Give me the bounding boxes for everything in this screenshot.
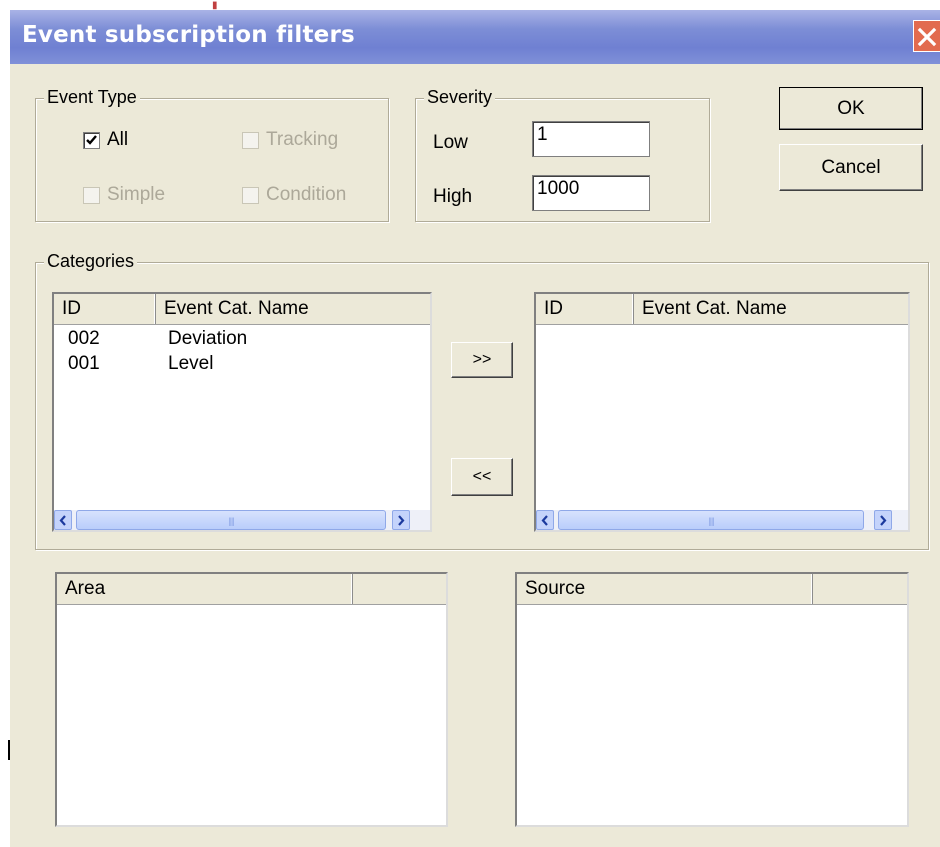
categories-legend: Categories xyxy=(44,251,138,272)
event-type-legend: Event Type xyxy=(44,87,140,108)
checkbox-tracking-box[interactable] xyxy=(242,132,259,149)
source-list[interactable]: Source xyxy=(515,572,909,827)
selected-categories-header: ID Event Cat. Name xyxy=(536,294,908,325)
close-button[interactable] xyxy=(913,20,940,52)
scrollbar-grip-icon: |||| xyxy=(228,516,234,526)
arrow-left-icon xyxy=(59,515,66,526)
add-category-button[interactable]: >> xyxy=(451,342,513,378)
ok-button[interactable]: OK xyxy=(779,87,923,130)
available-categories-list[interactable]: ID Event Cat. Name 002 Deviation 001 Lev… xyxy=(52,292,432,532)
column-header-source-extra[interactable] xyxy=(813,574,907,604)
severity-low-label: Low xyxy=(433,132,468,153)
arrow-right-icon xyxy=(880,515,887,526)
checkbox-all-label: All xyxy=(107,129,129,150)
list-item-name: Level xyxy=(168,353,214,374)
left-edge-artifact xyxy=(8,740,10,760)
severity-low-input[interactable]: 1 xyxy=(532,121,650,157)
severity-high-input[interactable]: 1000 xyxy=(532,175,650,211)
checkbox-simple-box[interactable] xyxy=(83,187,100,204)
severity-legend: Severity xyxy=(424,87,496,108)
window-title: Event subscription filters xyxy=(22,22,355,48)
column-header-event-cat-name[interactable]: Event Cat. Name xyxy=(156,294,430,324)
scroll-left-button[interactable] xyxy=(536,510,554,530)
source-list-header: Source xyxy=(517,574,907,605)
list-item-id: 001 xyxy=(68,353,100,374)
arrow-right-icon xyxy=(398,515,405,526)
scroll-right-button[interactable] xyxy=(874,510,892,530)
column-header-event-cat-name[interactable]: Event Cat. Name xyxy=(634,294,908,324)
scroll-thumb[interactable]: |||| xyxy=(76,510,386,530)
severity-high-label: High xyxy=(433,186,473,207)
cancel-button[interactable]: Cancel xyxy=(779,144,923,191)
horizontal-scrollbar[interactable]: |||| xyxy=(54,510,430,530)
list-item-id: 002 xyxy=(68,328,100,349)
list-item-name: Deviation xyxy=(168,328,248,349)
arrow-left-icon xyxy=(541,515,548,526)
selected-categories-list[interactable]: ID Event Cat. Name |||| xyxy=(534,292,910,532)
remove-category-button[interactable]: << xyxy=(451,458,513,496)
close-x-icon xyxy=(917,27,937,47)
scroll-right-button[interactable] xyxy=(392,510,410,530)
checkbox-condition-label: Condition xyxy=(266,184,347,205)
scroll-thumb[interactable]: |||| xyxy=(558,510,864,530)
scrollbar-grip-icon: |||| xyxy=(708,516,714,526)
column-header-id[interactable]: ID xyxy=(536,294,634,324)
checkbox-condition-box[interactable] xyxy=(242,187,259,204)
checkbox-simple-label: Simple xyxy=(107,184,166,205)
checkmark-icon xyxy=(86,135,97,145)
column-header-area[interactable]: Area xyxy=(57,574,353,604)
column-header-area-extra[interactable] xyxy=(353,574,446,604)
area-list-header: Area xyxy=(57,574,446,605)
column-header-id[interactable]: ID xyxy=(54,294,156,324)
event-subscription-filters-dialog: Event subscription filters Event Type Al… xyxy=(10,10,940,847)
area-list[interactable]: Area xyxy=(55,572,448,827)
scroll-left-button[interactable] xyxy=(54,510,72,530)
column-header-source[interactable]: Source xyxy=(517,574,813,604)
available-categories-header: ID Event Cat. Name xyxy=(54,294,430,325)
horizontal-scrollbar[interactable]: |||| xyxy=(536,510,908,530)
top-edge-artifact: ▮ xyxy=(212,0,218,11)
title-bar[interactable]: Event subscription filters xyxy=(10,10,940,64)
checkbox-all-box[interactable] xyxy=(83,132,100,149)
checkbox-tracking-label: Tracking xyxy=(266,129,339,150)
